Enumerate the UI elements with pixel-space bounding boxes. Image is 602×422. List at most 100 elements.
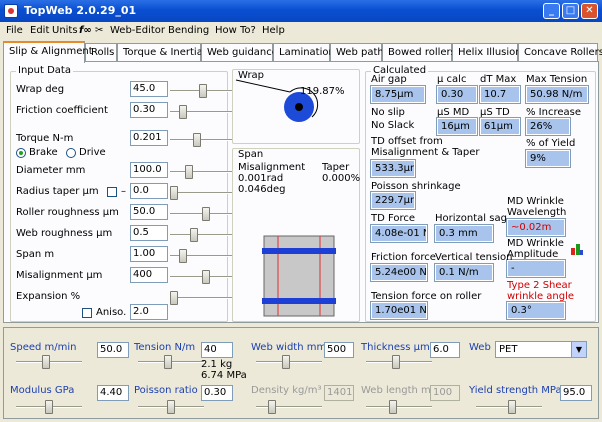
- maximize-button[interactable]: □: [562, 3, 579, 19]
- tab-lamination[interactable]: Lamination: [273, 43, 335, 62]
- slider-thumb[interactable]: [170, 291, 178, 305]
- torque-field[interactable]: 0.201: [130, 130, 168, 146]
- chart-icon[interactable]: [570, 242, 584, 256]
- web-length-slider[interactable]: [366, 400, 432, 414]
- speed-field[interactable]: 50.0: [97, 342, 129, 358]
- density-slider[interactable]: [256, 400, 322, 414]
- tab-concave-rollers[interactable]: Concave Rollers: [518, 43, 602, 62]
- misalignment-slider[interactable]: [170, 270, 236, 284]
- roller-roughness-slider[interactable]: [170, 207, 236, 221]
- menu-edit[interactable]: Edit: [30, 25, 49, 36]
- horizontal-sag-value: 0.3 mm: [434, 224, 494, 243]
- tab-web-guidance[interactable]: Web guidance: [201, 43, 278, 62]
- slider-thumb[interactable]: [167, 400, 175, 414]
- slider-thumb[interactable]: [42, 355, 50, 369]
- tools-icon[interactable]: ✂: [95, 25, 103, 36]
- roller-roughness-label: Roller roughness µm: [16, 207, 119, 218]
- slider-thumb[interactable]: [185, 165, 193, 179]
- misalignment-field[interactable]: 400: [130, 267, 168, 283]
- tension-slider[interactable]: [138, 355, 204, 369]
- radius-taper-slider[interactable]: [170, 186, 236, 200]
- slider-thumb[interactable]: [508, 400, 516, 414]
- formula-icon[interactable]: f∞: [79, 25, 92, 36]
- slider-thumb[interactable]: [190, 228, 198, 242]
- web-material-select[interactable]: PET ▼: [495, 341, 587, 358]
- air-gap-label: Air gap: [371, 74, 407, 85]
- friction-force-label: Friction force: [371, 252, 436, 263]
- wrap-deg-field[interactable]: 45.0: [130, 81, 168, 97]
- friction-coefficient-slider[interactable]: [170, 105, 236, 119]
- roller-roughness-field[interactable]: 50.0: [130, 204, 168, 220]
- td-force-value: 4.08e-01 N: [370, 224, 428, 243]
- diameter-field[interactable]: 100.0: [130, 162, 168, 178]
- slider-thumb[interactable]: [179, 249, 187, 263]
- dropdown-arrow-icon[interactable]: ▼: [571, 342, 586, 357]
- thickness-label: Thickness µm: [361, 342, 430, 353]
- modulus-slider[interactable]: [16, 400, 82, 414]
- aniso-checkbox[interactable]: [82, 308, 92, 318]
- upper-roller: [262, 248, 336, 254]
- pct-increase-label: % Increase: [526, 107, 581, 118]
- md-wrinkle-amplitude-label-1: MD Wrinkle: [507, 238, 564, 249]
- slider-thumb[interactable]: [199, 84, 207, 98]
- poisson-ratio-field[interactable]: 0.30: [201, 385, 233, 401]
- slider-thumb[interactable]: [268, 400, 276, 414]
- menu-units[interactable]: Units: [52, 25, 78, 36]
- slider-thumb[interactable]: [389, 400, 397, 414]
- misalignment-label: Misalignment µm: [16, 270, 103, 281]
- diameter-slider[interactable]: [170, 165, 236, 179]
- friction-coefficient-field[interactable]: 0.30: [130, 102, 168, 118]
- tab-slip-alignment[interactable]: Slip & Alignment: [3, 41, 93, 63]
- menu-help[interactable]: Help: [262, 25, 285, 36]
- web-roughness-field[interactable]: 0.5: [130, 225, 168, 241]
- span-diagram: [262, 235, 336, 317]
- menu-bending[interactable]: Bending: [168, 25, 209, 36]
- tab-torque-inertia[interactable]: Torque & Inertia: [117, 43, 203, 62]
- span-misalignment-label: Misalignment: [238, 162, 306, 173]
- slider-thumb[interactable]: [170, 186, 178, 200]
- tension-field[interactable]: 40: [201, 342, 233, 358]
- minimize-button[interactable]: _: [543, 3, 560, 19]
- slider-thumb[interactable]: [392, 355, 400, 369]
- slider-thumb[interactable]: [164, 355, 172, 369]
- aniso-field[interactable]: 2.0: [130, 304, 168, 320]
- slider-thumb[interactable]: [202, 207, 210, 221]
- web-width-label: Web width mm: [251, 342, 327, 353]
- menu-web-editor[interactable]: Web-Editor: [110, 25, 165, 36]
- torque-slider[interactable]: [170, 133, 236, 147]
- modulus-field[interactable]: 4.40: [97, 385, 129, 401]
- poisson-ratio-slider[interactable]: [138, 400, 204, 414]
- web-width-field[interactable]: 500: [324, 342, 354, 358]
- slider-thumb[interactable]: [179, 105, 187, 119]
- speed-slider[interactable]: [16, 355, 82, 369]
- span-field[interactable]: 1.00: [130, 246, 168, 262]
- yield-strength-slider[interactable]: [476, 400, 542, 414]
- wrap-deg-slider[interactable]: [170, 84, 236, 98]
- menu-file[interactable]: File: [6, 25, 23, 36]
- web-roughness-slider[interactable]: [170, 228, 236, 242]
- drive-radio[interactable]: [66, 148, 76, 158]
- expansion-slider[interactable]: [170, 291, 236, 305]
- web-width-slider[interactable]: [256, 355, 322, 369]
- tab-helix-illusion[interactable]: Helix Illusion: [452, 43, 522, 62]
- slider-thumb[interactable]: [45, 400, 53, 414]
- slider-thumb[interactable]: [282, 355, 290, 369]
- air-gap-value: 8.75µm: [370, 85, 426, 104]
- tab-web-path[interactable]: Web path: [330, 43, 384, 62]
- brake-radio[interactable]: [16, 148, 26, 158]
- tab-panel: Input Data Wrap deg 45.0 Friction coeffi…: [3, 61, 599, 323]
- yield-strength-field[interactable]: 95.0: [560, 385, 592, 401]
- thickness-slider[interactable]: [366, 355, 432, 369]
- thickness-field[interactable]: 6.0: [430, 342, 460, 358]
- slider-thumb[interactable]: [202, 270, 210, 284]
- roller-axle: [295, 103, 303, 111]
- yield-strength-label: Yield strength MPa: [469, 385, 562, 396]
- span-box-title: Span: [238, 149, 264, 160]
- tab-bowed-rollers[interactable]: Bowed rollers: [382, 43, 456, 62]
- radius-taper-checkbox[interactable]: [107, 187, 117, 197]
- menu-how-to[interactable]: How To?: [215, 25, 256, 36]
- span-slider[interactable]: [170, 249, 236, 263]
- radius-taper-field[interactable]: 0.0: [130, 183, 168, 199]
- slider-thumb[interactable]: [193, 133, 201, 147]
- close-button[interactable]: ✕: [581, 3, 598, 19]
